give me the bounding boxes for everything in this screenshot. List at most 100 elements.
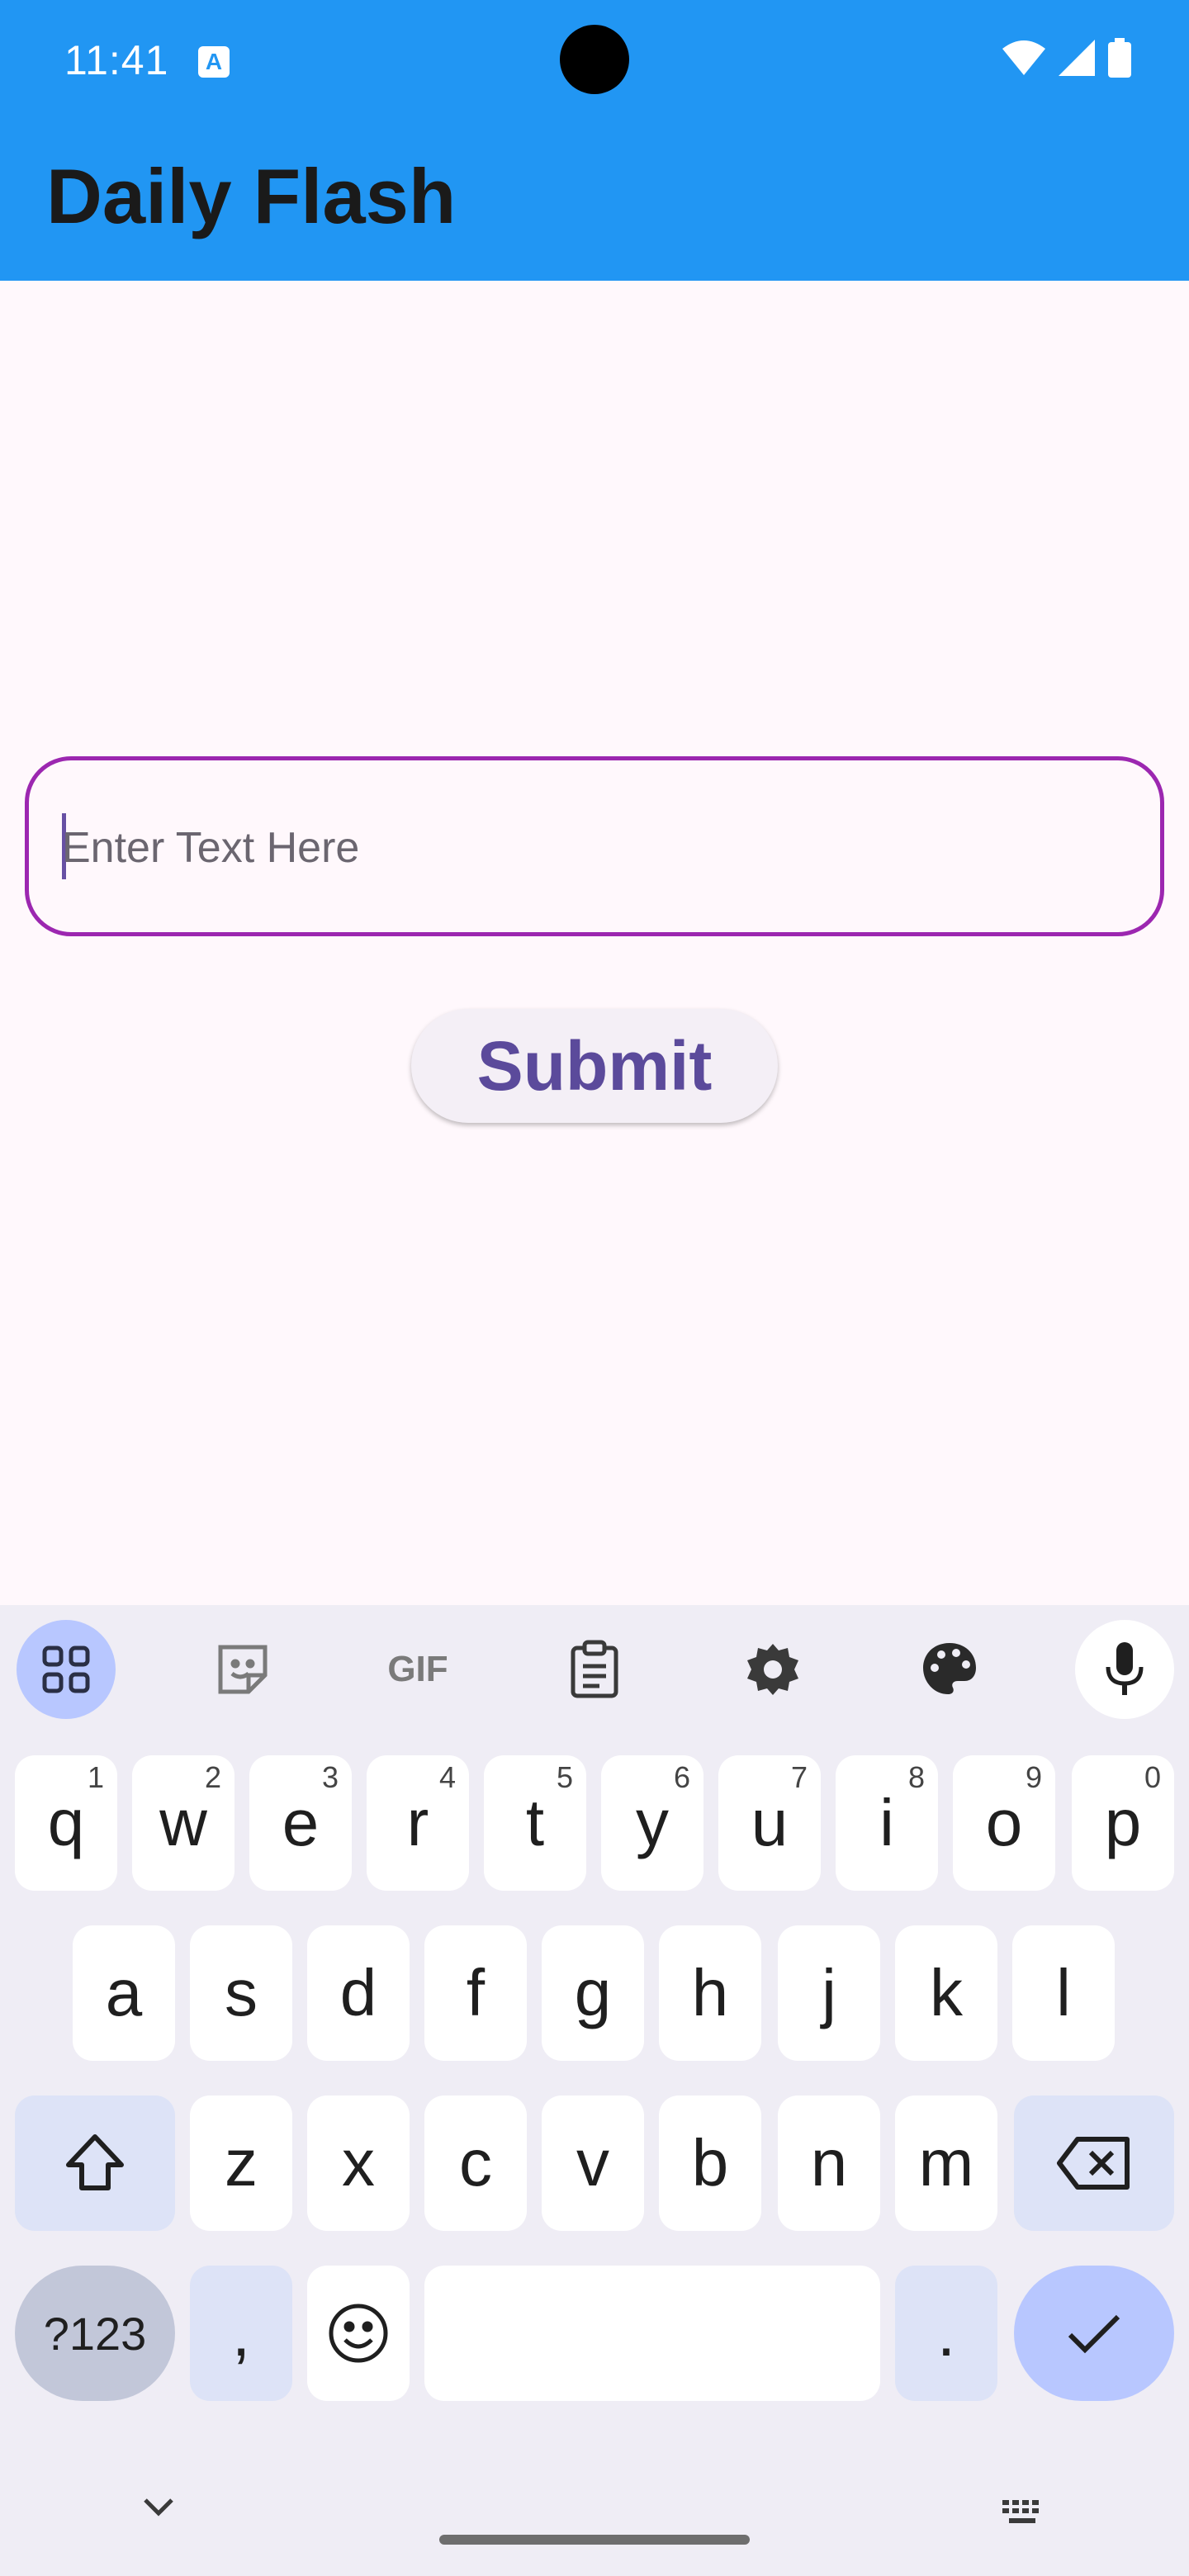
space-key[interactable] [424,2266,880,2401]
keyboard-toolbar: GIF [0,1605,1189,1721]
key-label: r [406,1786,429,1859]
key-f[interactable]: f [424,1925,527,2061]
key-t[interactable]: t5 [484,1755,586,1891]
key-label: n [810,2126,848,2200]
key-k[interactable]: k [895,1925,997,2061]
period-key[interactable]: . [895,2266,997,2401]
key-label: w [159,1786,207,1859]
status-time: 11:41 [64,37,169,83]
emoji-icon [329,2304,388,2363]
key-label: , [231,2296,251,2370]
key-d[interactable]: d [307,1925,410,2061]
key-label: a [105,1956,143,2029]
text-input[interactable]: Enter Text Here [25,756,1164,936]
key-number: 9 [1025,1760,1042,1794]
key-p[interactable]: p0 [1072,1755,1174,1891]
key-s[interactable]: s [190,1925,292,2061]
key-label: v [576,2126,609,2200]
key-label: p [1104,1786,1142,1859]
key-label: y [636,1786,669,1859]
notification-icon: A [198,46,230,78]
key-label: k [930,1956,963,2029]
key-label: c [459,2126,492,2200]
key-label: m [918,2126,974,2200]
key-number: 3 [321,1760,339,1794]
mic-icon[interactable] [1075,1620,1174,1719]
gif-label: GIF [387,1649,448,1689]
battery-icon [1108,38,1131,78]
palette-icon[interactable] [900,1620,999,1719]
sticker-icon[interactable] [193,1620,292,1719]
chevron-down-icon[interactable] [142,2497,175,2517]
key-label: l [1056,1956,1071,2029]
apps-icon[interactable] [17,1620,116,1719]
status-icons [1002,38,1131,78]
submit-button-label: Submit [476,1026,713,1105]
emoji-key[interactable] [307,2266,410,2401]
key-label: u [751,1786,789,1859]
clipboard-icon[interactable] [545,1620,644,1719]
key-number: 6 [673,1760,690,1794]
key-label: f [466,1956,486,2029]
key-label: h [691,1956,729,2029]
symbols-key[interactable]: ?123 [15,2266,175,2401]
key-r[interactable]: r4 [367,1755,469,1891]
key-label: o [985,1786,1023,1859]
backspace-key[interactable] [1014,2095,1174,2231]
key-number: 8 [907,1760,925,1794]
key-v[interactable]: v [542,2095,644,2231]
key-g[interactable]: g [542,1925,644,2061]
submit-button[interactable]: Submit [411,1009,778,1123]
key-number: 7 [790,1760,808,1794]
key-b[interactable]: b [659,2095,761,2231]
settings-icon[interactable] [723,1620,822,1719]
key-label: g [574,1956,612,2029]
key-label: . [936,2296,956,2370]
key-a[interactable]: a [73,1925,175,2061]
key-e[interactable]: e3 [249,1755,352,1891]
signal-icon [1059,40,1095,76]
backspace-icon [1057,2137,1130,2190]
wifi-icon [1002,40,1045,75]
key-q[interactable]: q1 [15,1755,117,1891]
keyboard-switch-icon[interactable] [1001,2498,1047,2528]
key-w[interactable]: w2 [132,1755,234,1891]
key-label: ?123 [43,2307,147,2360]
key-l[interactable]: l [1012,1925,1115,2061]
app-title: Daily Flash [46,153,457,239]
checkmark-icon [1068,2314,1120,2354]
key-z[interactable]: z [190,2095,292,2231]
shift-key[interactable] [15,2095,175,2231]
camera-cutout [560,25,629,94]
gesture-handle[interactable] [439,2535,750,2545]
key-label: t [525,1786,545,1859]
on-screen-keyboard: GIF q 1 w 2 e 3 r 4 t 5 y 6 u 7 i 8 o 9 … [0,1605,1189,2576]
key-label: i [879,1786,894,1859]
key-number: 4 [438,1760,456,1794]
enter-key[interactable] [1014,2266,1174,2401]
key-label: d [339,1956,377,2029]
gif-icon[interactable]: GIF [368,1620,467,1719]
key-number: 5 [556,1760,573,1794]
key-number: 2 [204,1760,221,1794]
key-c[interactable]: c [424,2095,527,2231]
key-y[interactable]: y6 [601,1755,703,1891]
key-j[interactable]: j [778,1925,880,2061]
comma-key[interactable]: , [190,2266,292,2401]
key-h[interactable]: h [659,1925,761,2061]
key-u[interactable]: u7 [718,1755,821,1891]
key-label: s [225,1956,258,2029]
key-label: z [225,2126,258,2200]
app-bar: 11:41 A Daily Flash [0,0,1189,281]
key-m[interactable]: m [895,2095,997,2231]
key-number: 1 [87,1760,104,1794]
key-n[interactable]: n [778,2095,880,2231]
key-o[interactable]: o9 [953,1755,1055,1891]
key-label: j [822,1956,836,2029]
key-label: q [47,1786,85,1859]
key-x[interactable]: x [307,2095,410,2231]
shift-icon [66,2134,124,2190]
key-label: e [282,1786,320,1859]
key-i[interactable]: i8 [836,1755,938,1891]
text-input-placeholder: Enter Text Here [62,824,360,872]
